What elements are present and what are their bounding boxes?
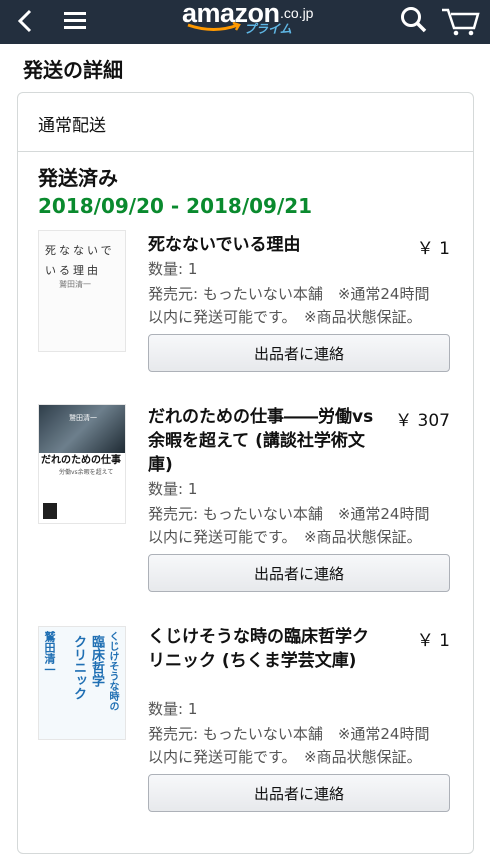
top-nav-bar: amazon .co.jp プライム — [0, 0, 490, 44]
cover-author: 鷲田清一 — [59, 280, 91, 289]
item-quantity: 数量: 1 — [148, 480, 198, 498]
divider — [18, 151, 473, 152]
cover-title-line2: クリニック — [71, 635, 86, 700]
amazon-prime-logo[interactable]: amazon .co.jp プライム — [178, 0, 328, 40]
book-cover-image[interactable]: だれのための仕事 労働vs余暇を超えて 鷲田清一 — [38, 404, 126, 524]
cover-title: だれのための仕事 — [41, 455, 121, 466]
cover-subtitle: くじけそうな時の — [107, 631, 118, 711]
item-seller-line2: 以内に発送可能です。 ※商品状態保証。 — [148, 308, 422, 326]
cart-icon[interactable] — [440, 4, 480, 38]
search-icon[interactable] — [398, 4, 430, 36]
cover-title: 臨床哲学 — [89, 635, 104, 687]
back-icon[interactable] — [14, 6, 38, 36]
book-cover-image[interactable]: 死なないで いる理由 鷲田清一 — [38, 230, 126, 352]
item-seller-line1: 発売元: もったいない本舗 ※通常24時間 — [148, 725, 430, 743]
item-price: ￥ 1 — [416, 239, 450, 259]
item-seller-line2: 以内に発送可能です。 ※商品状態保証。 — [148, 528, 422, 546]
cover-title: 死なないで いる理由 — [45, 244, 115, 277]
item-seller-line2: 以内に発送可能です。 ※商品状態保証。 — [148, 748, 422, 766]
shipment-status: 発送済み — [38, 166, 118, 190]
delivery-date-range: 2018/09/20 - 2018/09/21 — [38, 194, 313, 218]
item-price: ￥ 307 — [395, 411, 450, 431]
cover-author: 鷲田清一 — [69, 414, 97, 422]
item-quantity: 数量: 1 — [148, 260, 198, 278]
contact-seller-button[interactable]: 出品者に連絡 — [148, 334, 450, 372]
contact-seller-button[interactable]: 出品者に連絡 — [148, 774, 450, 812]
item-title[interactable]: くじけそうな時の臨床哲学クリニック (ちくま学芸文庫) — [148, 625, 378, 673]
book-cover-image[interactable]: 鷲田清一 くじけそうな時の 臨床哲学 クリニック — [38, 626, 126, 740]
item-title[interactable]: だれのための仕事――労働vs余暇を超えて (講談社学術文庫) — [148, 405, 378, 477]
item-quantity: 数量: 1 — [148, 700, 198, 718]
logo-domain: .co.jp — [280, 5, 314, 21]
item-seller-line1: 発売元: もったいない本舗 ※通常24時間 — [148, 505, 430, 523]
menu-icon[interactable] — [62, 6, 90, 36]
publisher-logo-icon — [43, 503, 57, 519]
logo-prime: プライム — [244, 22, 292, 36]
contact-seller-button[interactable]: 出品者に連絡 — [148, 554, 450, 592]
cover-subtitle: 労働vs余暇を超えて — [59, 469, 114, 476]
shipping-method: 通常配送 — [38, 116, 106, 136]
cover-author: 鷲田清一 — [43, 631, 56, 675]
page-title: 発送の詳細 — [23, 58, 123, 82]
smile-arrow-icon — [187, 22, 241, 31]
item-price: ￥ 1 — [416, 631, 450, 651]
item-seller-line1: 発売元: もったいない本舗 ※通常24時間 — [148, 285, 430, 303]
item-title[interactable]: 死なないでいる理由 — [148, 233, 378, 257]
